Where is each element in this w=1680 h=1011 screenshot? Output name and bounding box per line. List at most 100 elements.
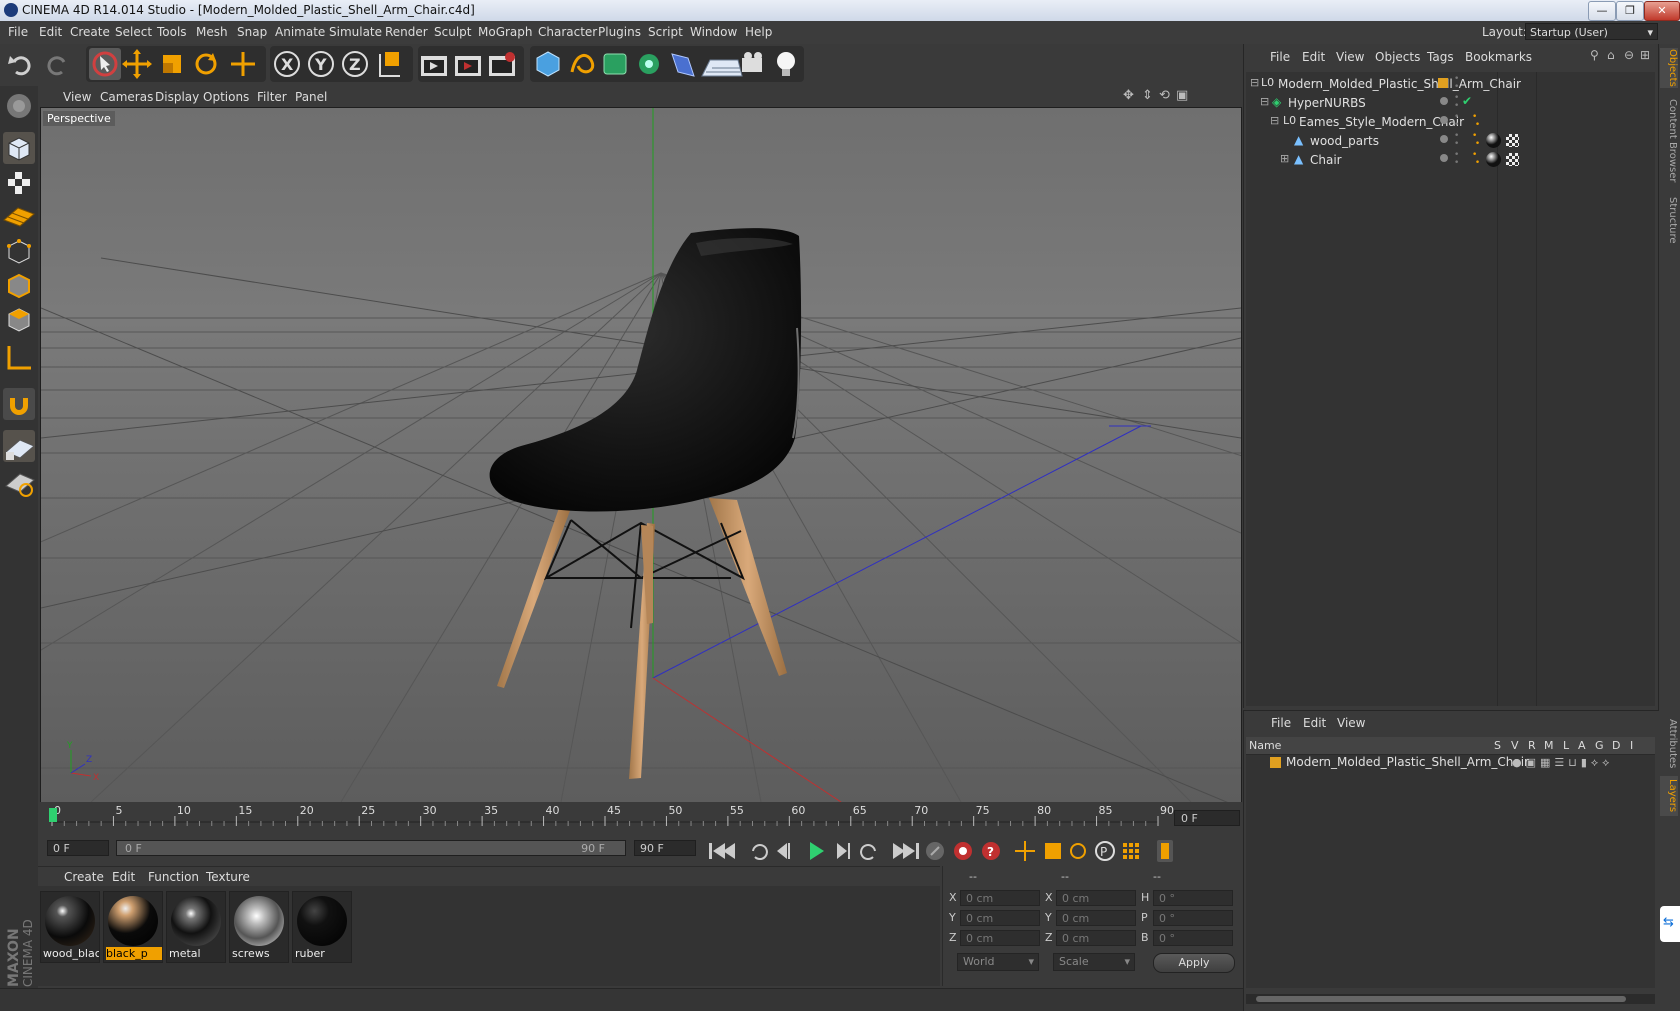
filter-icon[interactable]: ⊖ bbox=[1624, 48, 1634, 62]
rotation-h-field[interactable]: 0 ° bbox=[1153, 890, 1233, 906]
material-tag-icon[interactable] bbox=[1486, 152, 1501, 167]
layer-col-view[interactable]: V bbox=[1511, 739, 1519, 752]
rotation-p-field[interactable]: 0 ° bbox=[1153, 910, 1233, 926]
x-axis-icon[interactable]: X bbox=[274, 51, 300, 77]
minimize-button[interactable]: — bbox=[1588, 1, 1616, 21]
side-tab-layers[interactable]: Layers bbox=[1660, 776, 1678, 816]
menu-snap[interactable]: Snap bbox=[237, 25, 267, 39]
visibility-dots-icon[interactable]: • • bbox=[1454, 151, 1459, 168]
render-view-icon[interactable] bbox=[421, 56, 447, 76]
redo-icon[interactable] bbox=[47, 56, 66, 76]
rotation-b-field[interactable]: 0 ° bbox=[1153, 930, 1233, 946]
points-mode-icon[interactable] bbox=[7, 239, 31, 264]
axis-mode-icon[interactable] bbox=[7, 346, 31, 370]
coordinate-mode-select[interactable]: World ▾ bbox=[957, 953, 1039, 971]
keyframe-selection-icon[interactable]: ? bbox=[982, 842, 1000, 860]
editor-visibility-dot[interactable] bbox=[1440, 135, 1448, 143]
lm-menu-view[interactable]: View bbox=[1337, 716, 1365, 730]
edges-mode-icon[interactable] bbox=[8, 273, 30, 299]
apply-button[interactable]: Apply bbox=[1153, 953, 1235, 973]
position-x-field[interactable]: 0 cm bbox=[960, 890, 1040, 906]
object-row[interactable]: ⊟ ◈ HyperNURBS • • ✔ bbox=[1246, 93, 1655, 113]
position-z-field[interactable]: 0 cm bbox=[960, 930, 1040, 946]
menu-render[interactable]: Render bbox=[385, 25, 428, 39]
layer-col-generators[interactable]: G bbox=[1595, 739, 1604, 752]
om-menu-view[interactable]: View bbox=[1336, 50, 1364, 64]
lm-menu-file[interactable]: File bbox=[1271, 716, 1291, 730]
menu-animate[interactable]: Animate bbox=[275, 25, 325, 39]
menu-character[interactable]: Character bbox=[538, 25, 597, 39]
go-to-start-icon[interactable] bbox=[709, 843, 735, 859]
visibility-dots-icon[interactable]: • • bbox=[1454, 75, 1459, 92]
parameter-key-icon[interactable]: P bbox=[1095, 841, 1115, 861]
size-z-field[interactable]: 0 cm bbox=[1056, 930, 1136, 946]
light-icon[interactable] bbox=[777, 52, 795, 76]
viewport-menu-panel[interactable]: Panel bbox=[295, 90, 327, 104]
uvw-tag-icon[interactable] bbox=[1506, 153, 1519, 166]
move-icon[interactable] bbox=[122, 49, 152, 79]
teamviewer-icon[interactable]: ⇆ bbox=[1660, 906, 1680, 942]
viewport-rotate-icon[interactable]: ⟲ bbox=[1159, 88, 1170, 103]
timeline-ruler[interactable]: 0 5 10 15 20 25 30 35 40 45 50 55 60 65 70 75 80 85 90 bbox=[38, 802, 1243, 832]
editor-visibility-dot[interactable] bbox=[1440, 97, 1448, 105]
lm-menu-edit[interactable]: Edit bbox=[1303, 716, 1326, 730]
model-mode-icon[interactable] bbox=[3, 132, 35, 164]
material-swatch[interactable]: metal bbox=[166, 891, 226, 963]
array-icon[interactable] bbox=[639, 54, 659, 74]
collapse-icon[interactable]: ⊟ bbox=[1250, 76, 1259, 89]
menu-tools[interactable]: Tools bbox=[157, 25, 187, 39]
menu-window[interactable]: Window bbox=[690, 25, 737, 39]
layer-col-solo[interactable]: S bbox=[1494, 739, 1501, 752]
cube-icon[interactable] bbox=[536, 51, 560, 77]
texture-mode-icon[interactable] bbox=[8, 172, 30, 194]
menu-mograph[interactable]: MoGraph bbox=[478, 25, 533, 39]
snap-icon[interactable] bbox=[3, 388, 35, 420]
material-menu-function[interactable]: Function bbox=[148, 870, 199, 884]
layer-col-expressions[interactable]: I bbox=[1630, 739, 1633, 752]
layer-col-render[interactable]: R bbox=[1528, 739, 1536, 752]
perspective-viewport[interactable]: Y XZ bbox=[40, 107, 1242, 803]
material-swatch[interactable]: ruber bbox=[292, 891, 352, 963]
rotation-key-icon[interactable] bbox=[1070, 843, 1086, 859]
om-menu-tags[interactable]: Tags bbox=[1427, 50, 1454, 64]
autokey-icon[interactable] bbox=[954, 842, 972, 860]
material-menu-texture[interactable]: Texture bbox=[206, 870, 250, 884]
layer-color-swatch[interactable] bbox=[1270, 757, 1281, 768]
timeline-mode-icon[interactable] bbox=[1157, 840, 1173, 862]
pla-key-icon[interactable] bbox=[1123, 843, 1139, 859]
menu-mesh[interactable]: Mesh bbox=[196, 25, 228, 39]
polygons-mode-icon[interactable] bbox=[8, 308, 30, 332]
layer-row[interactable]: Modern_Molded_Plastic_Shell_Arm_Chair ●▣… bbox=[1246, 753, 1655, 771]
maximize-button[interactable]: ❐ bbox=[1616, 1, 1644, 21]
expand-icon[interactable]: ⊞ bbox=[1280, 152, 1289, 165]
phong-tag-icon[interactable]: • • bbox=[1472, 113, 1480, 130]
size-y-field[interactable]: 0 cm bbox=[1056, 910, 1136, 926]
go-to-end-icon[interactable] bbox=[893, 843, 919, 859]
search-icon[interactable]: ⚲ bbox=[1590, 48, 1599, 62]
viewport-zoom-icon[interactable]: ⇕ bbox=[1142, 88, 1153, 103]
material-menu-create[interactable]: Create bbox=[64, 870, 104, 884]
render-settings-icon[interactable] bbox=[489, 52, 515, 76]
menu-select[interactable]: Select bbox=[115, 25, 152, 39]
undo-icon[interactable] bbox=[8, 56, 31, 76]
make-editable-icon[interactable] bbox=[7, 94, 31, 118]
menu-file[interactable]: File bbox=[8, 25, 28, 39]
om-menu-edit[interactable]: Edit bbox=[1302, 50, 1325, 64]
viewport-pan-icon[interactable]: ✥ bbox=[1123, 88, 1134, 103]
om-menu-objects[interactable]: Objects bbox=[1375, 50, 1420, 64]
editor-visibility-dot[interactable] bbox=[1440, 154, 1448, 162]
om-menu-file[interactable]: File bbox=[1270, 50, 1290, 64]
object-row[interactable]: ⊞ ▲ Chair • • • • bbox=[1246, 150, 1655, 170]
object-row[interactable]: ▲ wood_parts • • • • bbox=[1246, 131, 1655, 151]
menu-plugins[interactable]: Plugins bbox=[598, 25, 641, 39]
grid-lock-icon[interactable] bbox=[3, 430, 35, 462]
current-frame-field[interactable]: 0 F bbox=[1174, 810, 1240, 826]
material-menu-edit[interactable]: Edit bbox=[112, 870, 135, 884]
z-axis-icon[interactable]: Z bbox=[342, 51, 368, 77]
viewport-menu-display[interactable]: Display bbox=[155, 90, 199, 104]
layer-col-manager[interactable]: M bbox=[1544, 739, 1554, 752]
spline-icon[interactable] bbox=[570, 54, 595, 74]
collapse-icon[interactable]: ⊟ bbox=[1260, 95, 1269, 108]
collapse-icon[interactable]: ⊟ bbox=[1270, 114, 1279, 127]
phong-tag-icon[interactable]: • • bbox=[1472, 132, 1480, 149]
